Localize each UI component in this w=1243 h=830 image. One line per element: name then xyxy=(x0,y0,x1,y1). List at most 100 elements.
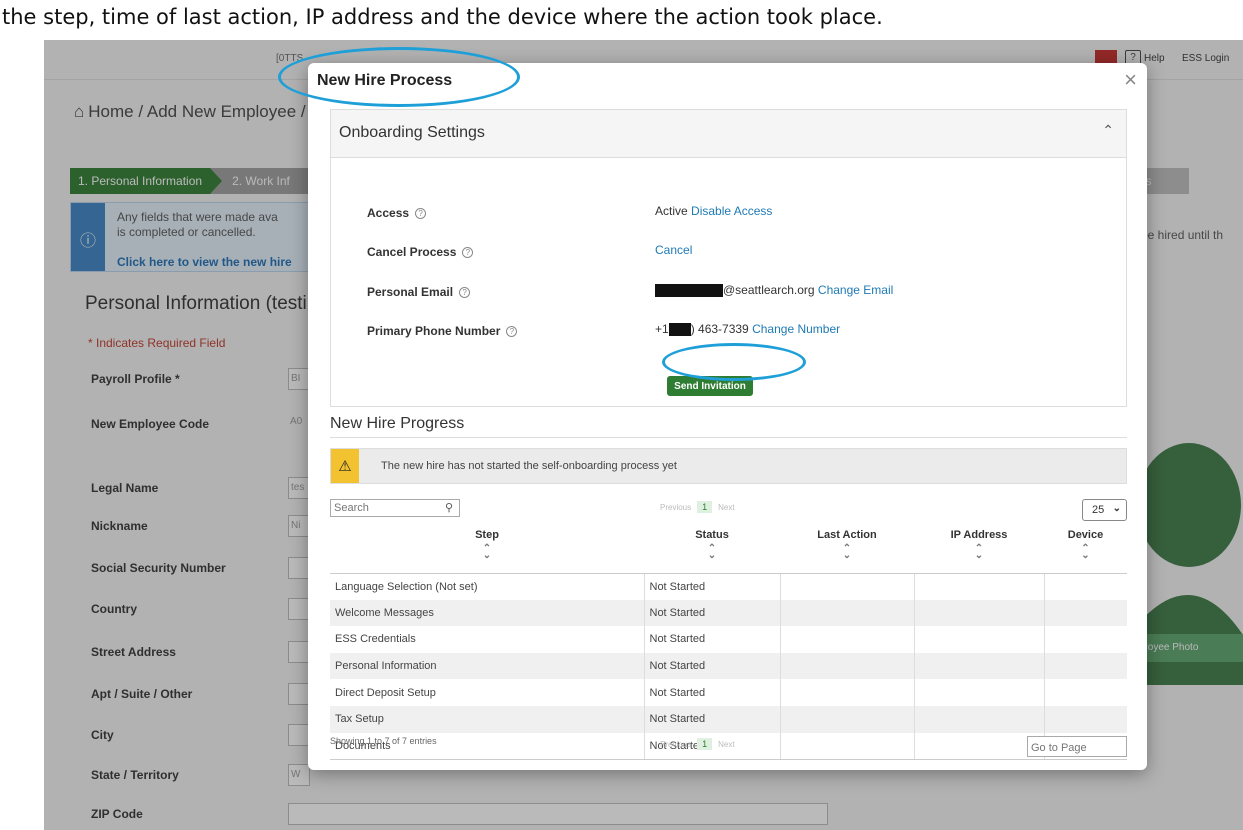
cell-device xyxy=(1044,626,1127,653)
pager-previous[interactable]: Previous xyxy=(660,503,691,512)
cell-status: Not Started xyxy=(644,679,781,706)
cell-device xyxy=(1044,599,1127,627)
document-caption: the step, time of last action, IP addres… xyxy=(0,0,1243,40)
pager-previous[interactable]: Previous xyxy=(660,740,691,749)
pager-top: Previous 1 Next xyxy=(660,501,735,513)
cell-ip-address xyxy=(914,679,1045,706)
cell-status: Not Started xyxy=(644,652,781,680)
cell-device xyxy=(1044,679,1127,706)
column-header-last-action[interactable]: Last Action ⌃ ⌄ xyxy=(780,525,914,574)
search-box[interactable]: ⚲ xyxy=(330,499,460,517)
disable-access-link[interactable]: Disable Access xyxy=(691,204,772,218)
onboarding-settings-panel: Onboarding Settings ⌃ Access? Active Dis… xyxy=(330,109,1127,407)
cell-step: Tax Setup xyxy=(330,705,645,733)
cell-ip-address xyxy=(914,599,1045,627)
warning-text: The new hire has not started the self-on… xyxy=(381,460,677,472)
table-row: ESS Credentials Not Started xyxy=(330,626,1127,653)
sort-icon[interactable]: ⌃ ⌄ xyxy=(330,544,644,561)
pager-next[interactable]: Next xyxy=(718,503,734,512)
sort-icon[interactable]: ⌃ ⌄ xyxy=(914,544,1044,561)
email-domain: @seattlearch.org xyxy=(723,283,815,297)
personal-email-value: @seattlearch.org Change Email xyxy=(655,283,893,298)
close-icon[interactable]: × xyxy=(1124,67,1137,93)
page-size-value: 25 xyxy=(1092,504,1105,516)
cell-last-action xyxy=(780,599,915,627)
sort-icon[interactable]: ⌃ ⌄ xyxy=(1044,544,1127,561)
pager-page-1[interactable]: 1 xyxy=(697,501,713,513)
table-row: Tax Setup Not Started xyxy=(330,705,1127,733)
help-circle-icon[interactable]: ? xyxy=(415,208,427,220)
new-hire-process-modal: New Hire Process × Onboarding Settings ⌃… xyxy=(308,63,1147,770)
warning-banner: ⚠ The new hire has not started the self-… xyxy=(330,448,1127,484)
chevron-up-icon[interactable]: ⌃ xyxy=(1102,122,1114,139)
table-row: Welcome Messages Not Started xyxy=(330,599,1127,627)
column-label: Step xyxy=(475,529,499,541)
cancel-link[interactable]: Cancel xyxy=(655,243,692,257)
pager-page-1[interactable]: 1 xyxy=(697,738,713,750)
cancel-process-value: Cancel xyxy=(655,243,692,257)
personal-email-label: Personal Email? xyxy=(367,285,471,299)
send-invitation-button[interactable]: Send Invitation xyxy=(667,376,753,396)
cell-ip-address xyxy=(914,652,1045,680)
cell-status: Not Started xyxy=(644,599,781,627)
pager-bottom: Previous 1 Next xyxy=(660,738,735,750)
column-header-device[interactable]: Device ⌃ ⌄ xyxy=(1044,525,1127,574)
access-label-text: Access xyxy=(367,206,410,220)
search-icon[interactable]: ⚲ xyxy=(445,501,453,514)
sort-icon[interactable]: ⌃ ⌄ xyxy=(644,544,780,561)
redacted-block xyxy=(668,323,691,337)
access-value: Active Disable Access xyxy=(655,204,772,218)
access-status: Active xyxy=(655,204,688,218)
phone-value: +1) 463-7339 Change Number xyxy=(655,322,840,337)
redacted-block xyxy=(655,284,723,298)
cancel-process-label: Cancel Process? xyxy=(367,245,474,259)
column-header-status[interactable]: Status ⌃ ⌄ xyxy=(644,525,780,574)
column-label: Device xyxy=(1067,529,1104,541)
pager-next[interactable]: Next xyxy=(718,740,734,749)
help-circle-icon[interactable]: ? xyxy=(462,247,474,259)
cell-ip-address xyxy=(914,626,1045,653)
cell-step: ESS Credentials xyxy=(330,626,645,653)
sort-icon[interactable]: ⌃ ⌄ xyxy=(780,544,914,561)
onboarding-settings-header[interactable]: Onboarding Settings ⌃ xyxy=(331,110,1126,158)
table-row: Direct Deposit Setup Not Started xyxy=(330,679,1127,706)
cell-last-action xyxy=(780,705,915,733)
change-number-link[interactable]: Change Number xyxy=(752,322,840,336)
cell-last-action xyxy=(780,626,915,653)
access-label: Access? xyxy=(367,206,427,220)
onboarding-settings-title: Onboarding Settings xyxy=(339,124,485,141)
cell-ip-address xyxy=(914,732,1045,760)
cell-last-action xyxy=(780,679,915,706)
page-size-select[interactable]: 25 ⌄ xyxy=(1082,499,1127,521)
column-label: IP Address xyxy=(950,529,1008,541)
table-row: Language Selection (Not set) Not Started xyxy=(330,573,1127,600)
progress-table: Step ⌃ ⌄ Status ⌃ ⌄ Last Action ⌃ ⌄ IP Address… xyxy=(330,525,1127,760)
column-header-step[interactable]: Step ⌃ ⌄ xyxy=(330,525,644,574)
column-label: Last Action xyxy=(817,529,877,541)
cell-device xyxy=(1044,652,1127,680)
cell-step: Language Selection (Not set) xyxy=(330,573,645,600)
go-to-page-input[interactable] xyxy=(1027,736,1127,757)
cell-last-action xyxy=(780,732,915,760)
modal-title: New Hire Process xyxy=(317,72,453,89)
cell-step: Welcome Messages xyxy=(330,599,645,627)
help-circle-icon[interactable]: ? xyxy=(459,287,471,299)
cell-last-action xyxy=(780,652,915,680)
table-info: Showing 1 to 7 of 7 entries xyxy=(330,736,437,746)
phone-label: Primary Phone Number? xyxy=(367,324,518,338)
app-window: [0TTS ? Help ESS Login ⌂ Home / Add New E… xyxy=(44,40,1243,830)
change-email-link[interactable]: Change Email xyxy=(818,283,893,297)
table-row: Personal Information Not Started xyxy=(330,652,1127,680)
column-label: Status xyxy=(695,529,729,541)
cell-last-action xyxy=(780,573,915,600)
cell-device xyxy=(1044,705,1127,733)
cell-step: Personal Information xyxy=(330,652,645,680)
cell-ip-address xyxy=(914,573,1045,600)
column-header-ip-address[interactable]: IP Address ⌃ ⌄ xyxy=(914,525,1044,574)
cell-status: Not Started xyxy=(644,626,781,653)
search-input[interactable] xyxy=(334,501,434,515)
cell-step: Direct Deposit Setup xyxy=(330,679,645,706)
personal-email-label-text: Personal Email xyxy=(367,285,454,299)
new-hire-progress-title: New Hire Progress xyxy=(330,415,465,432)
help-circle-icon[interactable]: ? xyxy=(506,326,518,338)
